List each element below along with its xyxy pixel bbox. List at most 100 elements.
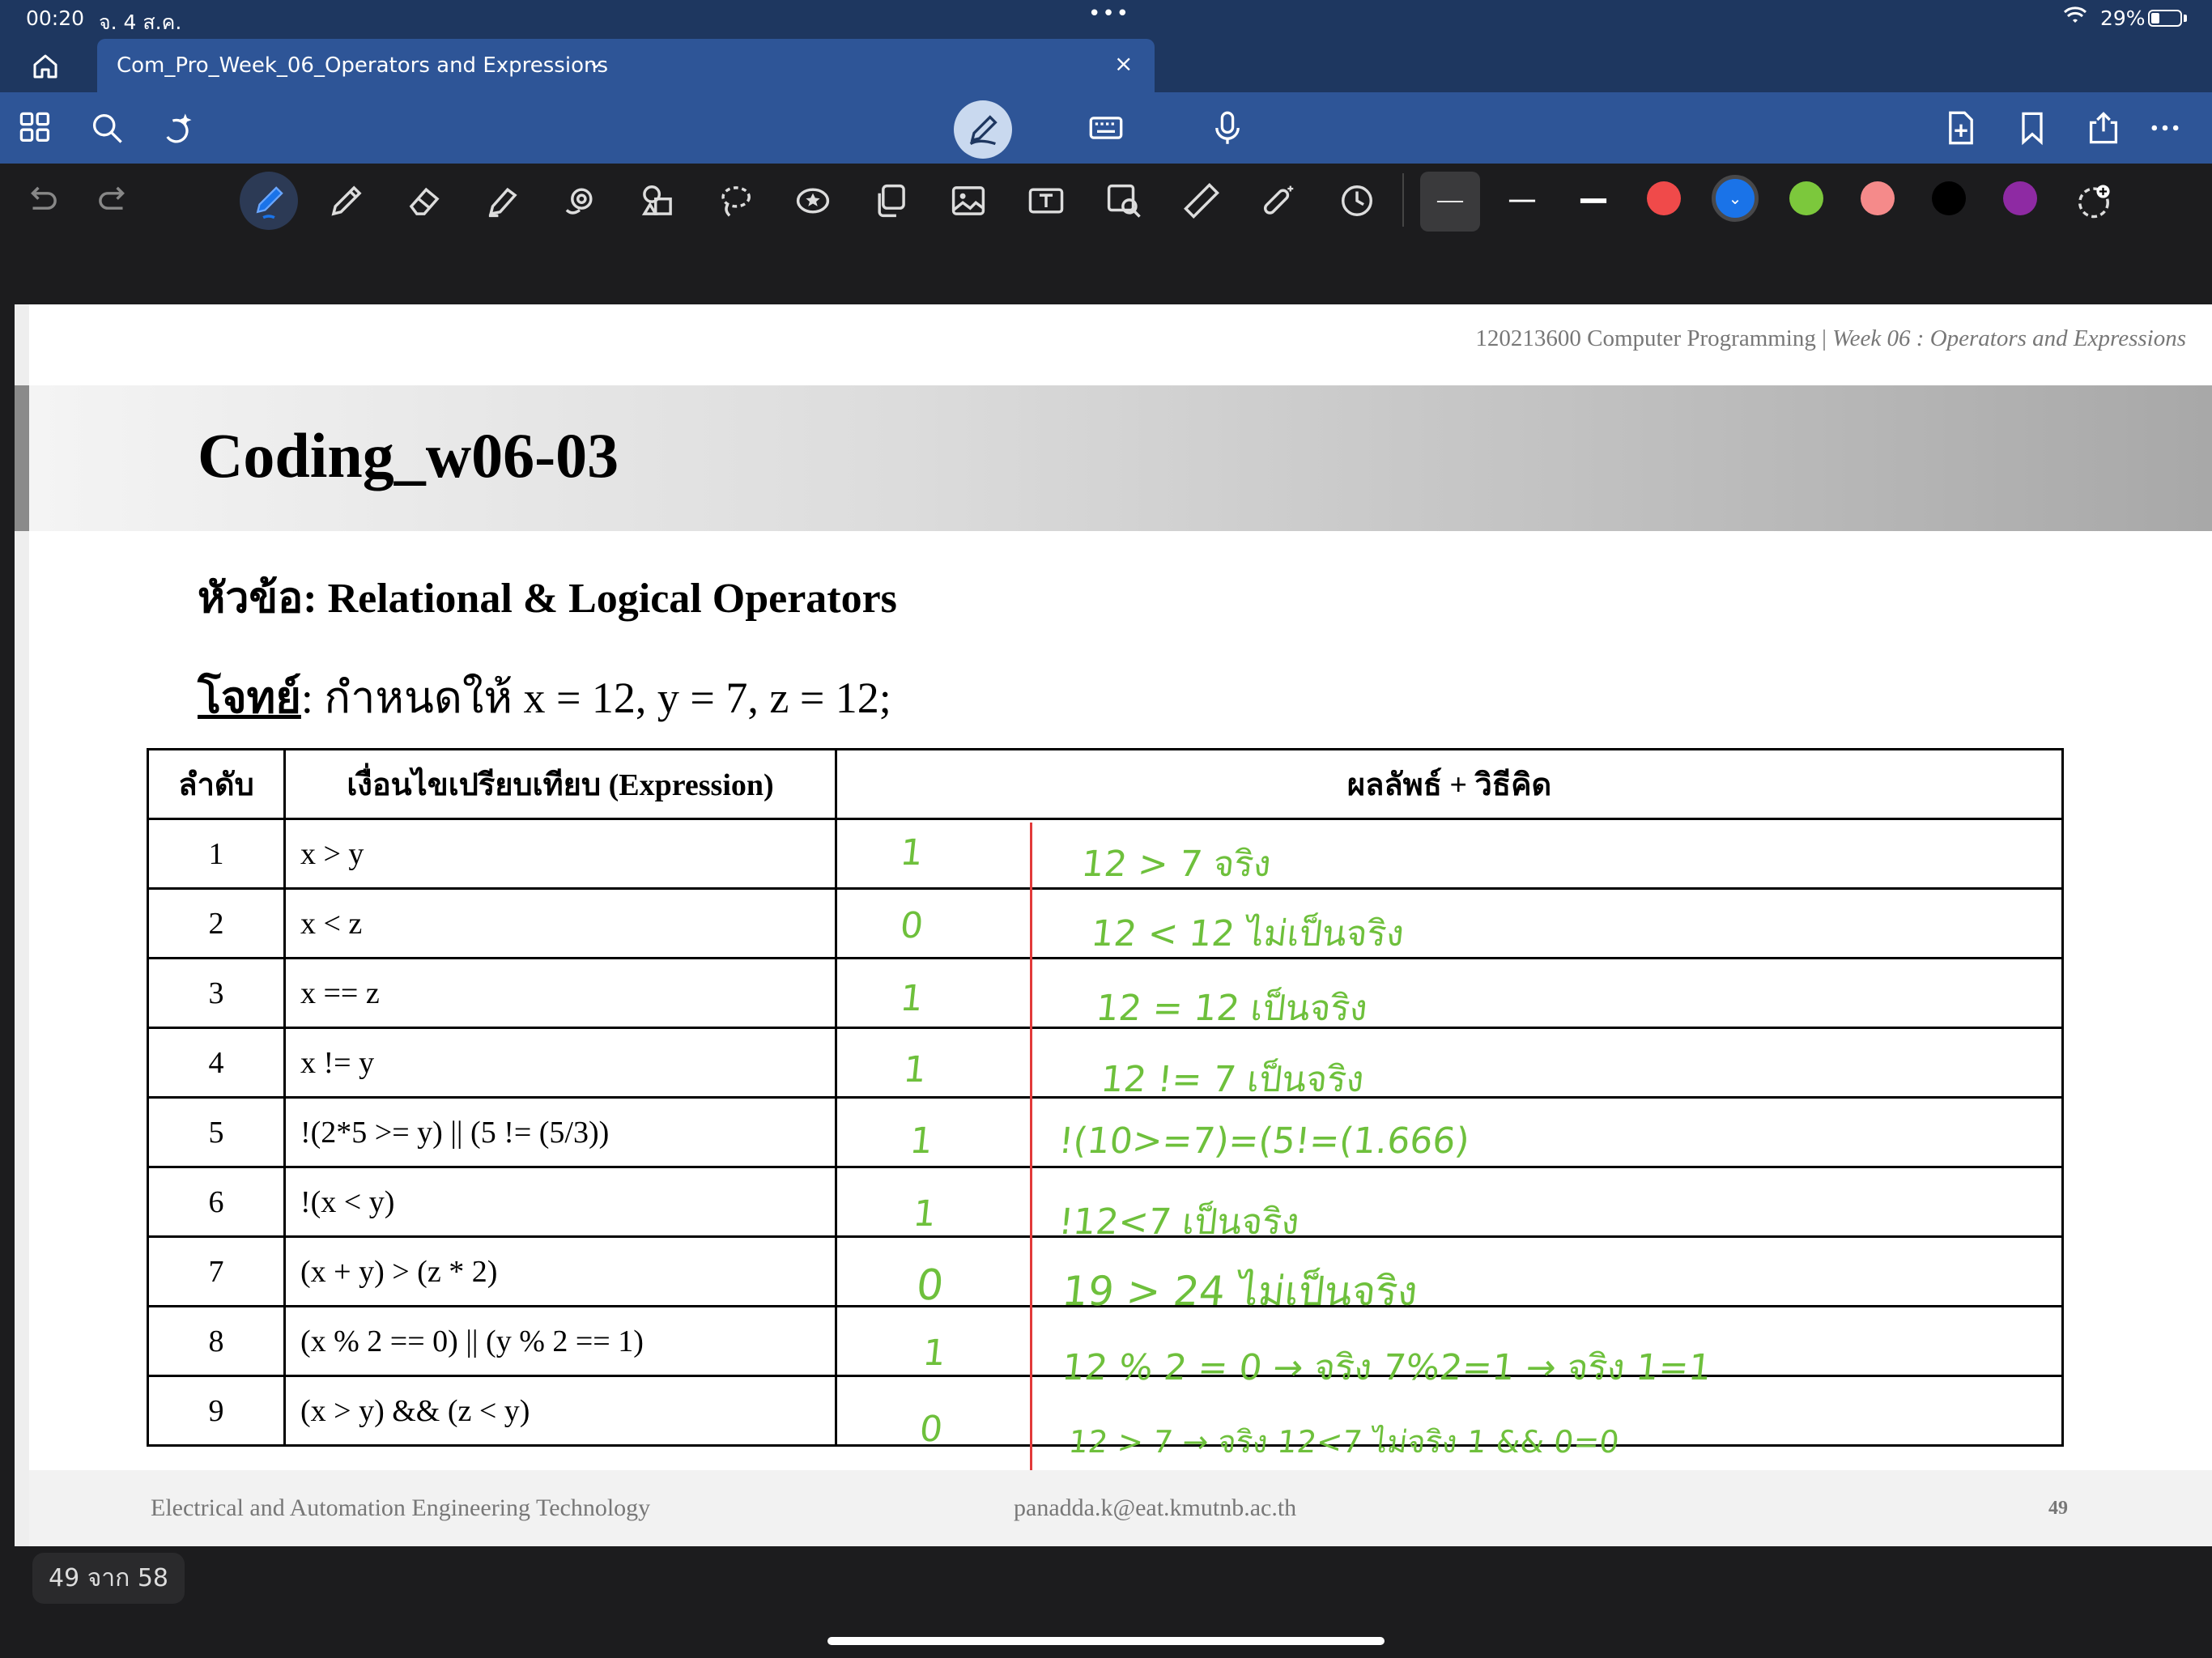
ruler-icon[interactable] <box>1179 178 1224 223</box>
handwritten-result: 0 <box>898 905 925 946</box>
redo-icon[interactable] <box>91 178 136 223</box>
pen-icon[interactable] <box>240 172 298 230</box>
medium-stroke-option[interactable] <box>1499 178 1545 223</box>
battery-icon <box>2148 10 2182 27</box>
status-bar: 00:20 จ. 4 ส.ค. ••• 29% <box>0 0 2212 37</box>
handwritten-note: 12 > 7 จริง <box>1079 844 1274 885</box>
laser-pointer-icon[interactable] <box>1257 178 1302 223</box>
footer-page-number: 49 <box>2048 1498 2068 1519</box>
multitasking-dots[interactable]: ••• <box>1088 2 1130 26</box>
handwritten-note: !12<7 เป็นจริง <box>1057 1201 1302 1243</box>
color-green-swatch[interactable] <box>1789 181 1823 215</box>
lasso-icon[interactable] <box>713 178 758 223</box>
page-indicator[interactable]: 49 จาก 58 <box>32 1553 185 1604</box>
thick-stroke-option[interactable] <box>1571 178 1616 223</box>
chevron-down-icon[interactable]: ⌄ <box>588 50 604 73</box>
row-expression: (x + y) > (z * 2) <box>283 1235 837 1307</box>
row-result-cell <box>835 887 2064 959</box>
footer-email: panadda.k@eat.kmutnb.ac.th <box>1014 1494 1297 1521</box>
close-tab-icon[interactable]: × <box>1114 50 1133 77</box>
color-pink-swatch[interactable] <box>1861 181 1895 215</box>
row-result-cell <box>835 818 2064 890</box>
handwritten-result: 0 <box>917 1409 945 1450</box>
pencil-icon[interactable] <box>324 178 369 223</box>
sticker-icon[interactable] <box>790 178 836 223</box>
share-icon[interactable] <box>2081 105 2126 151</box>
add-page-icon[interactable] <box>1938 105 1984 151</box>
scrollbar-thumb[interactable] <box>15 385 29 531</box>
handwritten-result: 1 <box>898 832 925 874</box>
toolbar-divider <box>1402 173 1404 227</box>
row-no: 9 <box>147 1375 286 1447</box>
tab-bar: Com_Pro_Week_06_Operators and Expression… <box>0 37 2212 92</box>
document-tab[interactable]: Com_Pro_Week_06_Operators and Expression… <box>97 39 1155 92</box>
col-header-no: ลำดับ <box>147 748 286 820</box>
topic-heading: หัวข้อ: Relational & Logical Operators <box>198 576 897 622</box>
color-purple-swatch[interactable] <box>2003 181 2037 215</box>
row-no: 1 <box>147 818 286 890</box>
status-date: จ. 4 ส.ค. <box>99 11 182 34</box>
handwritten-note: !(10>=7)=(5!=(1.666) <box>1057 1120 1472 1162</box>
handwritten-note: 12 < 12 ไม่เป็นจริง <box>1089 913 1406 954</box>
image-scan-icon[interactable] <box>1101 178 1146 223</box>
row-no: 3 <box>147 957 286 1029</box>
row-no: 6 <box>147 1166 286 1238</box>
col-header-result: ผลลัพธ์ + วิธีคิด <box>835 748 2064 820</box>
battery-percent: 29% <box>2100 6 2146 30</box>
color-blue-swatch-selected[interactable]: ⌄ <box>1712 175 1759 222</box>
home-icon[interactable] <box>31 52 66 79</box>
row-result-cell <box>835 957 2064 1029</box>
handwritten-result: 1 <box>911 1193 938 1235</box>
drawing-toolbar: ⌄ <box>0 164 2212 236</box>
add-color-icon[interactable] <box>2071 178 2116 223</box>
row-no: 5 <box>147 1096 286 1168</box>
row-result-cell <box>835 1027 2064 1099</box>
slide-title: Coding_w06-03 <box>198 420 619 491</box>
status-time: 00:20 <box>26 6 85 30</box>
handwritten-result: 1 <box>901 1049 929 1090</box>
image-icon[interactable] <box>946 178 991 223</box>
more-icon[interactable] <box>2142 105 2188 151</box>
thin-stroke-option[interactable] <box>1420 172 1480 232</box>
ai-sparkle-icon[interactable] <box>155 105 201 151</box>
row-expression: x > y <box>283 818 837 890</box>
copy-icon[interactable] <box>868 178 913 223</box>
text-icon[interactable] <box>1023 178 1069 223</box>
search-icon[interactable] <box>84 105 130 151</box>
row-expression: (x > y) && (z < y) <box>283 1375 837 1447</box>
handwritten-note: 12 != 7 เป็นจริง <box>1099 1059 1367 1100</box>
keyboard-icon[interactable] <box>1083 105 1129 151</box>
pen-mode-icon[interactable] <box>954 100 1012 159</box>
color-red-swatch[interactable] <box>1647 181 1681 215</box>
row-result-cell <box>835 1166 2064 1238</box>
elements-icon[interactable] <box>635 178 680 223</box>
row-expression: x < z <box>283 887 837 959</box>
vertical-scrollbar[interactable] <box>15 304 29 1546</box>
eraser-icon[interactable] <box>402 178 447 223</box>
row-expression: x != y <box>283 1027 837 1099</box>
problem-label: โจทย์ <box>198 674 301 722</box>
microphone-icon[interactable] <box>1205 105 1250 151</box>
handwritten-divider-line <box>1030 823 1032 1470</box>
row-no: 8 <box>147 1305 286 1377</box>
home-indicator[interactable] <box>827 1637 1385 1645</box>
tab-title: Com_Pro_Week_06_Operators and Expression… <box>117 53 609 78</box>
undo-icon[interactable] <box>19 178 65 223</box>
handwritten-note: 12 > 7 → จริง 12<7 ไม่จริง 1 && 0=0 <box>1066 1424 1621 1460</box>
table-header-row: ลำดับ เงื่อนไขเปรียบเทียบ (Expression) ผ… <box>147 748 2064 820</box>
row-expression: !(2*5 >= y) || (5 != (5/3)) <box>283 1096 837 1168</box>
row-expression: x == z <box>283 957 837 1029</box>
timer-icon[interactable] <box>1334 178 1380 223</box>
bookmark-icon[interactable] <box>2010 105 2055 151</box>
header-course: 120213600 Computer Programming | <box>1475 325 1827 351</box>
color-black-swatch[interactable] <box>1932 181 1966 215</box>
handwritten-note: 12 = 12 เป็นจริง <box>1094 988 1370 1029</box>
col-header-expression: เงื่อนไขเปรียบเทียบ (Expression) <box>283 748 837 820</box>
row-expression: !(x < y) <box>283 1166 837 1238</box>
thumbnails-icon[interactable] <box>13 105 58 151</box>
title-band: Coding_w06-03 <box>29 385 2212 531</box>
page-header: 120213600 Computer Programming | Week 06… <box>1475 325 2186 352</box>
wifi-icon <box>2063 6 2087 31</box>
shapes-icon[interactable] <box>557 178 602 223</box>
highlighter-icon[interactable] <box>479 178 525 223</box>
